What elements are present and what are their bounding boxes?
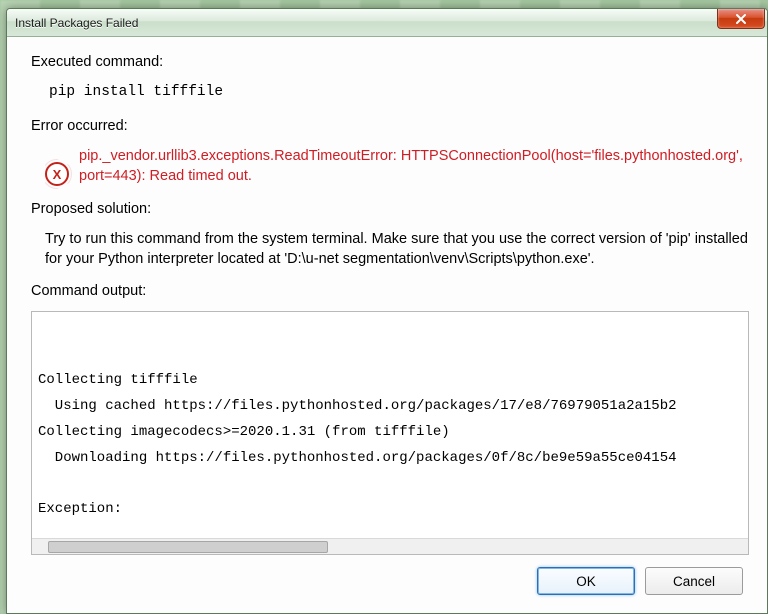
dialog-window: Install Packages Failed Executed command… (6, 8, 768, 614)
error-block: X pip._vendor.urllib3.exceptions.ReadTim… (45, 146, 749, 187)
scrollbar-thumb[interactable] (48, 541, 328, 553)
proposed-solution-label: Proposed solution: (31, 201, 749, 217)
dialog-buttons: OK Cancel (31, 555, 749, 605)
cancel-button[interactable]: Cancel (645, 567, 743, 595)
titlebar: Install Packages Failed (7, 9, 767, 37)
executed-command-label: Executed command: (31, 54, 749, 70)
ok-button[interactable]: OK (537, 567, 635, 595)
command-output-text: Collecting tifffile Using cached https:/… (32, 368, 748, 523)
command-output-label: Command output: (31, 283, 749, 299)
error-icon: X (45, 162, 69, 186)
command-output-box[interactable]: Collecting tifffile Using cached https:/… (31, 311, 749, 555)
dialog-content: Executed command: pip install tifffile E… (7, 37, 767, 613)
proposed-solution-text: Try to run this command from the system … (45, 229, 749, 270)
error-message: pip._vendor.urllib3.exceptions.ReadTimeo… (79, 146, 749, 187)
executed-command-value: pip install tifffile (49, 84, 749, 100)
close-button[interactable] (717, 9, 765, 29)
error-occurred-label: Error occurred: (31, 118, 749, 134)
horizontal-scrollbar[interactable] (32, 538, 748, 554)
window-title: Install Packages Failed (15, 16, 138, 30)
close-icon (735, 13, 747, 25)
